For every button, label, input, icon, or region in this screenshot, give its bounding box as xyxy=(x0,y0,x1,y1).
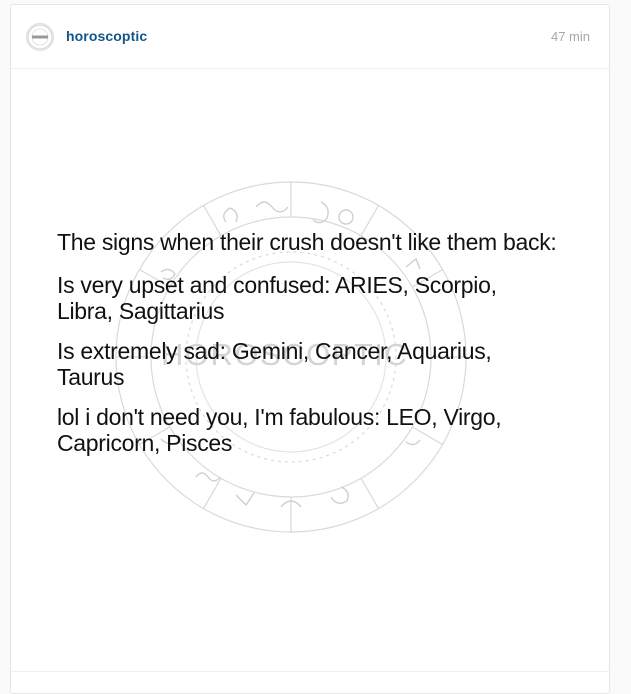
image-text-group-1-line-1: Is very upset and confused: ARIES, Scorp… xyxy=(57,272,497,298)
image-title-line: The signs when their crush doesn't like … xyxy=(57,229,557,255)
avatar[interactable] xyxy=(26,23,54,51)
post-card: horoscoptic 47 min HOROSCOPTIC The signs… xyxy=(10,4,610,694)
image-text-group-2-line-1: Is extremely sad: Gemini, Cancer, Aquari… xyxy=(57,338,492,364)
image-text-group-3-line-2: Capricorn, Pisces xyxy=(57,430,233,456)
post-image[interactable]: HOROSCOPTIC The signs when their crush d… xyxy=(11,69,609,667)
username-link[interactable]: horoscoptic xyxy=(66,28,147,44)
image-text-group-1-line-2: Libra, Sagittarius xyxy=(57,298,225,324)
image-text-group-3: lol i don't need you, I'm fabulous: LEO,… xyxy=(57,404,597,456)
image-text-group-1: Is very upset and confused: ARIES, Scorp… xyxy=(57,272,597,324)
post-footer-divider xyxy=(11,671,609,672)
horoscoptic-logo-icon xyxy=(27,24,53,50)
image-text-group-3-line-1: lol i don't need you, I'm fabulous: LEO,… xyxy=(57,404,502,430)
image-text-group-2-line-2: Taurus xyxy=(57,364,125,390)
image-text-group-2: Is extremely sad: Gemini, Cancer, Aquari… xyxy=(57,338,597,390)
post-image-text: The signs when their crush doesn't like … xyxy=(57,229,597,470)
post-header: horoscoptic 47 min xyxy=(11,5,609,69)
post-timestamp[interactable]: 47 min xyxy=(551,29,590,44)
